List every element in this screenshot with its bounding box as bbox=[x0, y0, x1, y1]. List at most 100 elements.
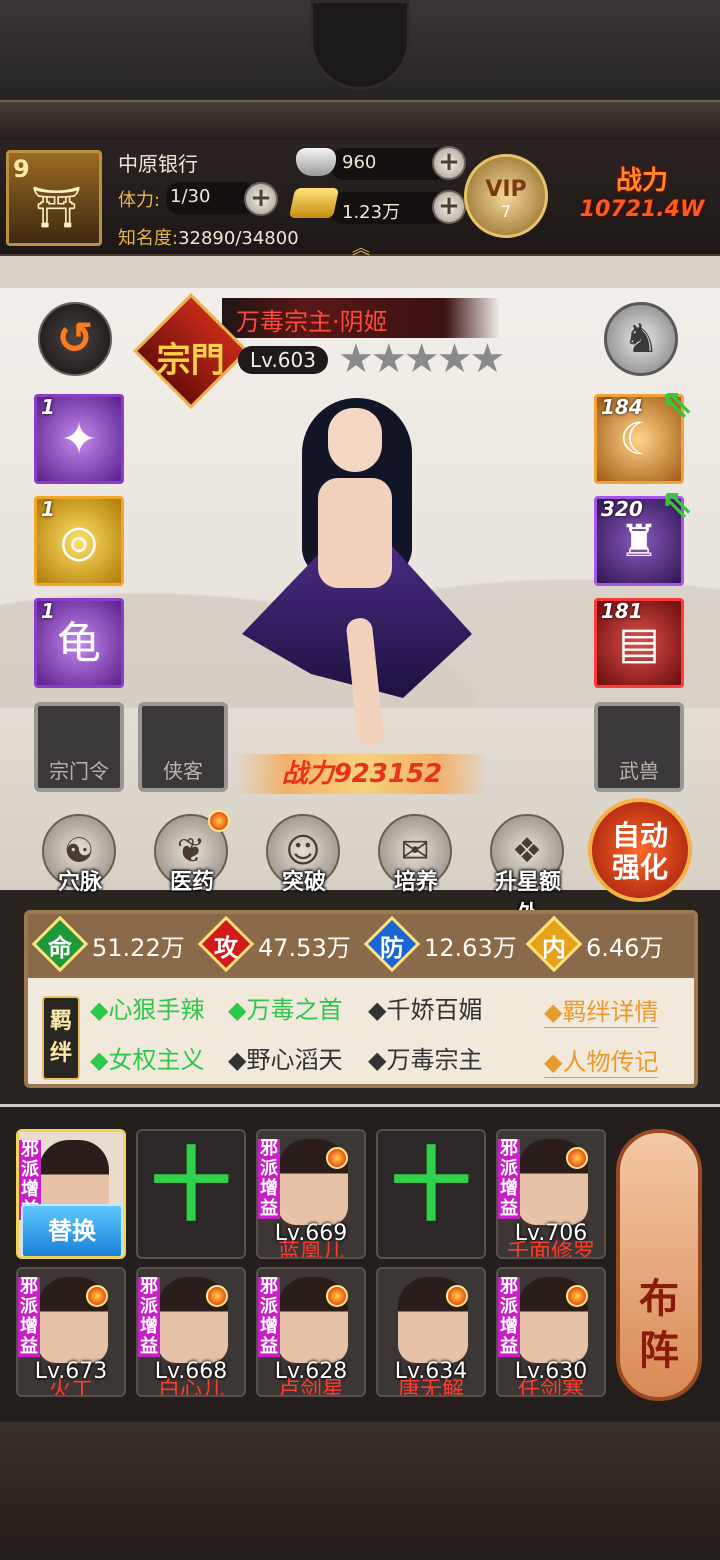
retainer-label: 侠客 bbox=[163, 759, 203, 783]
member-name: 任剑寒 bbox=[517, 1378, 584, 1397]
team-slot-empty[interactable]: 十 bbox=[376, 1129, 486, 1259]
hero-panel: ↺ ♞ 万毒宗主·阴姬 宗門 Lv.603 ★★★★★ ✦ 1 ◎ 1 龟 1 … bbox=[0, 288, 720, 927]
skill-count: 1 bbox=[41, 395, 55, 419]
acupoints-button[interactable]: ☯ 穴脉 bbox=[38, 814, 122, 898]
notification-dot bbox=[326, 1147, 348, 1169]
retainer-slot[interactable]: 侠客 bbox=[138, 702, 228, 792]
total-power-label: 战力 bbox=[615, 166, 668, 196]
team-member[interactable]: 邪派增益 Lv.668 白心儿 bbox=[136, 1267, 246, 1397]
bond-item: ◆女权主义 bbox=[90, 1046, 205, 1074]
bond-item: ◆心狠手辣 bbox=[90, 996, 205, 1024]
equip-count: 184 bbox=[601, 395, 643, 419]
team-member[interactable]: 邪派增益 Lv.706 千面修罗 bbox=[496, 1129, 606, 1259]
add-gold-button[interactable]: + bbox=[432, 190, 466, 224]
sect-badge-text: 宗門 bbox=[156, 340, 225, 381]
evil-sect-bonus-tag: 邪派增益 bbox=[258, 1138, 280, 1219]
beast-label: 武兽 bbox=[619, 759, 659, 783]
stamina-value: 1/30 bbox=[170, 186, 211, 207]
vip-label: VIP bbox=[485, 177, 527, 202]
skill-count: 1 bbox=[41, 497, 55, 521]
roof-ornament bbox=[310, 0, 410, 90]
evil-sect-bonus-tag: 邪派增益 bbox=[138, 1276, 160, 1357]
evil-sect-bonus-tag: 邪派增益 bbox=[498, 1276, 520, 1357]
replace-button[interactable]: 替换 bbox=[21, 1204, 123, 1256]
star-up-button[interactable]: ❖ 升星额外 bbox=[486, 814, 570, 927]
add-silver-button[interactable]: + bbox=[432, 146, 466, 180]
auto-enhance-label: 自动强化 bbox=[611, 819, 668, 884]
cultivate-button[interactable]: ✉ 培养 bbox=[374, 814, 458, 898]
skin-button[interactable]: ♞ bbox=[604, 302, 678, 376]
add-member-icon: 十 bbox=[151, 1139, 231, 1232]
back-button[interactable]: ↺ bbox=[38, 302, 112, 376]
team-member[interactable]: 邪派增益 Lv.630 任剑寒 bbox=[496, 1267, 606, 1397]
skill-slot-1[interactable]: ✦ 1 bbox=[34, 394, 124, 484]
medicine-button[interactable]: ❦ 医药 bbox=[150, 810, 234, 898]
hero-title-banner: 万毒宗主·阴姬 bbox=[222, 298, 500, 338]
hero-character-art bbox=[232, 388, 486, 748]
roof-beam bbox=[0, 100, 720, 140]
sect-token-slot[interactable]: 宗门令 bbox=[34, 702, 124, 792]
notification-dot bbox=[446, 1285, 468, 1307]
skill-count: 1 bbox=[41, 599, 55, 623]
member-name: 唐无解 bbox=[397, 1378, 464, 1397]
attack-value: 47.53万 bbox=[258, 934, 351, 962]
biography-link[interactable]: ◆人物传记 bbox=[544, 1042, 659, 1078]
hero-power-bar: 战力923152 bbox=[236, 754, 488, 794]
hero-title: 万毒宗主·阴姬 bbox=[236, 308, 388, 336]
member-name: 蓝凰儿 bbox=[277, 1240, 344, 1259]
add-stamina-button[interactable]: + bbox=[244, 182, 278, 216]
hp-value: 51.22万 bbox=[92, 934, 185, 962]
team-slot-empty[interactable]: 十 bbox=[136, 1129, 246, 1259]
hero-stars: ★★★★★ bbox=[338, 336, 505, 382]
total-power: 战力 10721.4W bbox=[572, 160, 712, 222]
medicine-label: 医药 bbox=[169, 870, 214, 895]
formation-label-1: 布 bbox=[639, 1276, 679, 1322]
breakthrough-button[interactable]: ☺ 突破 bbox=[262, 814, 346, 898]
add-member-icon: 十 bbox=[391, 1139, 471, 1232]
skill-slot-2[interactable]: ◎ 1 bbox=[34, 496, 124, 586]
stamina-label: 体力: bbox=[118, 190, 161, 211]
roof-decoration bbox=[0, 0, 720, 140]
vip-badge[interactable]: VIP 7 bbox=[464, 154, 548, 238]
equip-slot-book[interactable]: ▤ 181 bbox=[594, 598, 684, 688]
player-level: 9 bbox=[13, 155, 30, 183]
notification-dot bbox=[86, 1285, 108, 1307]
bond-tag-label: 羁绊 bbox=[49, 1009, 72, 1066]
team-member[interactable]: 邪派增益 Lv.673 火工 bbox=[16, 1267, 126, 1397]
skill-slot-3[interactable]: 龟 1 bbox=[34, 598, 124, 688]
notification-dot bbox=[206, 1285, 228, 1307]
upgrade-arrow-icon: ⇖ bbox=[660, 481, 694, 527]
silver-ingot-icon bbox=[296, 148, 336, 176]
formation-button[interactable]: 布 阵 bbox=[616, 1129, 702, 1401]
member-name: 白心儿 bbox=[157, 1378, 224, 1397]
hero-level: Lv.603 bbox=[238, 346, 328, 374]
acupoints-label: 穴脉 bbox=[57, 870, 102, 895]
bond-tag: 羁绊 bbox=[42, 996, 80, 1080]
player-avatar[interactable]: 9 ⛩ bbox=[6, 150, 102, 246]
vip-level: 7 bbox=[500, 202, 512, 221]
auto-enhance-button[interactable]: 自动强化 bbox=[588, 798, 692, 902]
gold-value: 1.23万 bbox=[342, 202, 401, 223]
team-member[interactable]: 邪派增益 Lv.669 蓝凰儿 bbox=[256, 1129, 366, 1259]
fame-text: 知名度:32890/34800 bbox=[118, 228, 299, 249]
section-divider bbox=[0, 256, 720, 288]
attribute-row: 命 51.22万 攻 47.53万 防 12.63万 内 6.46万 bbox=[28, 914, 694, 978]
team-member[interactable]: 邪派增益 Lv.628 卢剑星 bbox=[256, 1267, 366, 1397]
bond-details-link[interactable]: ◆羁绊详情 bbox=[544, 992, 659, 1028]
upgrade-arrow-icon: ⇖ bbox=[660, 381, 694, 427]
sect-token-label: 宗门令 bbox=[49, 759, 109, 783]
equip-count: 320 bbox=[601, 497, 643, 521]
notification-dot bbox=[566, 1147, 588, 1169]
team-member[interactable]: Lv.634 唐无解 bbox=[376, 1267, 486, 1397]
notification-dot bbox=[208, 810, 230, 832]
pagoda-icon: ⛩ bbox=[31, 185, 82, 231]
cultivate-label: 培养 bbox=[393, 870, 438, 895]
gold-ingot-icon bbox=[288, 188, 340, 218]
hero-power: 战力923152 bbox=[281, 759, 443, 789]
breakthrough-label: 突破 bbox=[281, 870, 326, 895]
team-lineup: 邪派增益 替换 十 邪派增益 Lv.669 蓝凰儿 十 邪派增益 Lv.706 … bbox=[0, 1104, 720, 1422]
team-slot-current[interactable]: 邪派增益 替换 bbox=[16, 1129, 126, 1259]
beast-slot[interactable]: 武兽 bbox=[594, 702, 684, 792]
evil-sect-bonus-tag: 邪派增益 bbox=[498, 1138, 520, 1219]
member-name: 千面修罗 bbox=[506, 1240, 595, 1259]
